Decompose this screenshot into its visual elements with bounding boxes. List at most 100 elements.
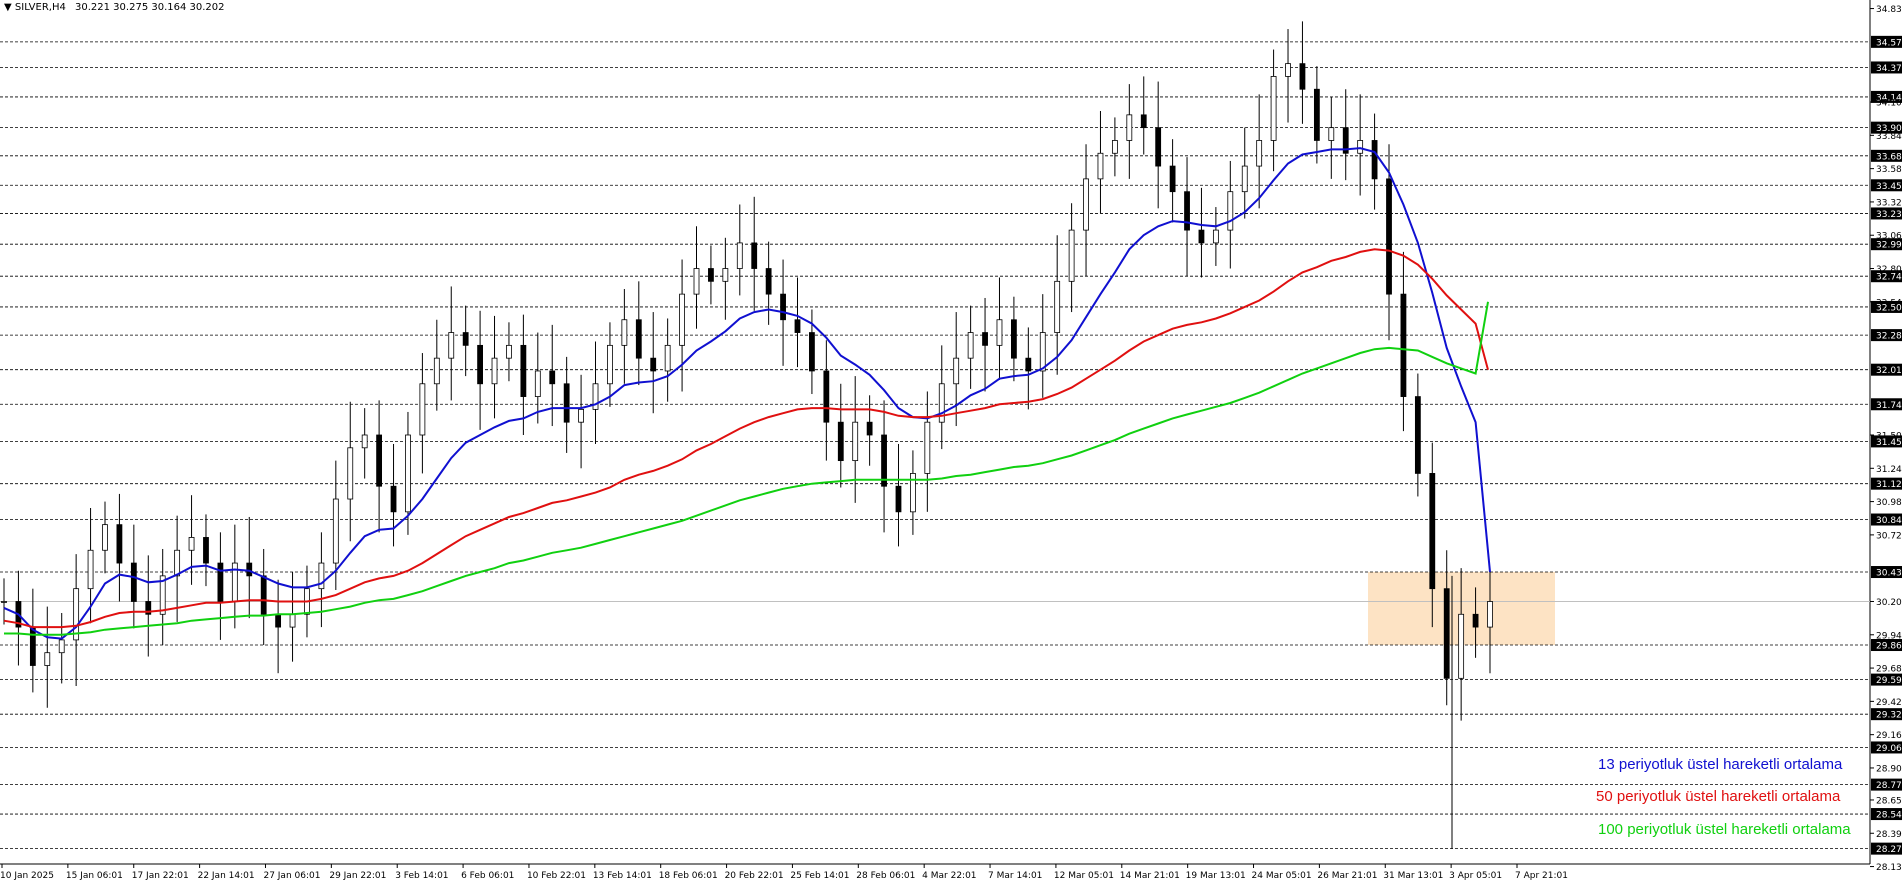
candle-body [448,332,455,359]
candle-body [578,408,584,423]
time-tick-label: 15 Jan 06:01 [66,871,123,881]
candle-body [852,421,859,462]
candle-body [1414,396,1421,474]
candle-body [794,319,801,333]
price-chart[interactable]: 34.83 34.57 34.37 34.14 34.10 33.90 33.84 33.68… [0,0,1902,884]
price-tick-label: 32.01 [1876,366,1902,376]
price-tick-label: 29.42 [1876,698,1902,708]
price-tick-label: 28.90 [1876,764,1902,774]
price-tick-label: 29.06 [1876,744,1902,754]
candle-body [722,268,729,282]
candle-body [203,537,209,564]
candle-body [895,485,902,513]
candle-body [1357,140,1364,154]
candle-body [1429,473,1436,590]
time-tick-label: 17 Jan 22:01 [132,871,189,881]
candle-body [1083,178,1089,231]
candle-body [1097,152,1104,180]
candle-body [780,293,786,321]
time-tick-label: 3 Apr 05:01 [1449,871,1502,881]
collapse-triangle-icon[interactable]: ▼ [4,2,12,13]
time-tick-label: 18 Feb 06:01 [659,871,718,881]
symbol-label: SILVER,H4 [14,2,66,13]
time-tick-label: 27 Jan 06:01 [263,871,320,881]
price-tick-label: 29.68 [1876,665,1902,675]
time-tick-label: 6 Feb 06:01 [461,871,514,881]
candle-body [217,562,224,602]
candle-body [809,332,815,372]
candle-body [823,370,830,423]
candle-body [1155,127,1162,167]
candle-body [361,434,368,449]
candle-body [1458,613,1465,679]
price-tick-label: 31.12 [1876,480,1902,490]
price-tick-label: 29.16 [1876,731,1902,741]
candle-body [635,319,642,359]
price-tick-label: 29.59 [1876,676,1902,686]
candle-body [405,434,411,513]
time-tick-label: 7 Mar 14:01 [988,871,1042,881]
candle-body [1039,332,1046,372]
price-tick-label: 33.68 [1876,152,1902,162]
candle-body [1198,229,1205,244]
candle-body [1011,319,1017,359]
candle-body [953,357,960,385]
candle-body [549,370,556,385]
candle-body [332,498,339,564]
candle-body [188,537,195,551]
candle-body [275,613,282,628]
candle-body [1227,191,1234,231]
price-tick-label: 32.28 [1876,332,1902,342]
price-tick-label: 31.24 [1876,465,1902,475]
candle-body [87,549,94,590]
candle-body [390,485,397,513]
price-tick-label: 28.77 [1876,781,1902,791]
candle-body [1169,165,1176,193]
ema13-line [3,147,1491,640]
candle-body [708,268,714,282]
price-tick-label: 33.32 [1876,198,1902,208]
candle-body [563,383,570,423]
candle-body [1472,613,1479,628]
candle-body [44,652,51,666]
price-tick-label: 30.84 [1876,516,1902,526]
candle-body [1270,76,1277,141]
candle-body [881,434,887,487]
time-tick-label: 13 Feb 14:01 [593,871,652,881]
candle-body [996,319,1003,346]
candle-body [289,613,296,628]
candle-body [506,344,512,359]
candle-body [1,601,7,603]
price-tick-label: 31.45 [1876,438,1902,448]
price-tick-label: 34.57 [1876,38,1902,48]
candle-body [1111,140,1118,154]
time-tick-label: 10 Feb 22:01 [527,871,586,881]
price-tick-label: 32.50 [1876,303,1902,313]
chart-header: ▼ SILVER,H4 30.221 30.275 30.164 30.202 [4,2,225,13]
candle-body [967,332,974,359]
candle-body [1299,63,1306,90]
price-tick-label: 32.99 [1876,241,1902,251]
candle-body [924,421,931,474]
price-tick-label: 33.45 [1876,182,1902,192]
candle-body [693,268,700,295]
candle-body [679,293,685,346]
price-tick-label: 30.72 [1876,531,1902,541]
candle-body [174,549,181,577]
candle-body [419,383,426,436]
price-tick-label: 34.10 [1876,99,1902,109]
candle-body [866,421,873,436]
price-tick-label: 33.23 [1876,210,1902,220]
candle-body [736,242,743,269]
candle-body [664,344,671,372]
candle-body [58,639,65,654]
price-tick-label: 34.37 [1876,64,1902,74]
time-tick-label: 29 Jan 22:01 [329,871,386,881]
time-tick-label: 20 Feb 22:01 [725,871,784,881]
candle-body [1126,114,1133,141]
candle-body [130,562,137,602]
candle-body [650,357,657,372]
price-tick-label: 29.32 [1876,711,1902,721]
candle-body [1025,357,1032,372]
price-tick-label: 28.39 [1876,830,1902,840]
